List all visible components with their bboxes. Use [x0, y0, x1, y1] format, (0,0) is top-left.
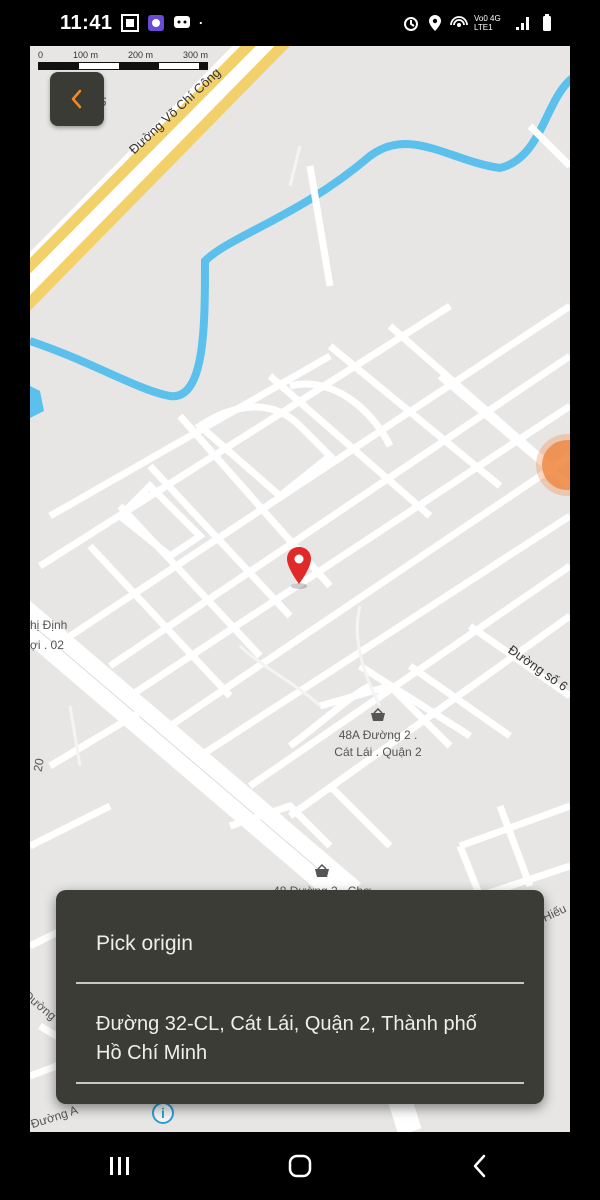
- scale-label-0: 0: [38, 50, 44, 60]
- scale-line: [38, 62, 208, 70]
- road-label-20: 20: [30, 757, 47, 773]
- clock: 11:41: [60, 11, 113, 34]
- alarm-icon: [404, 17, 418, 31]
- qr-notification-icon: [120, 14, 139, 32]
- basket-icon: [315, 863, 329, 877]
- info-icon[interactable]: i: [152, 1102, 174, 1124]
- status-right: Vo0 4G LTE1: [402, 14, 556, 32]
- app-notification-icon: [147, 15, 164, 31]
- status-bar: 11:41 Vo0 4G LTE1: [30, 0, 570, 46]
- place-label-thi-dinh: hị Định: [30, 618, 68, 632]
- dialog-divider-bottom: [76, 1082, 524, 1084]
- poi-market-48a[interactable]: 48A Đường 2 . Cát Lái . Quận 2: [318, 707, 438, 761]
- status-left: 11:41: [60, 12, 207, 35]
- recent-apps-button[interactable]: [90, 1146, 150, 1186]
- scale-labels: 0 100 m 200 m 300 m: [38, 50, 208, 60]
- map-scale: 0 100 m 200 m 300 m: [38, 50, 208, 70]
- basket-icon: [371, 707, 385, 721]
- dot-icon: [199, 21, 202, 25]
- battery-icon: [543, 14, 551, 31]
- system-nav-bar: [30, 1132, 570, 1200]
- network-label: Vo0 4G LTE1: [474, 14, 501, 32]
- scale-label-100: 100 m: [72, 50, 98, 60]
- back-button[interactable]: [50, 72, 104, 126]
- recent-apps-icon: [110, 1157, 129, 1175]
- origin-address[interactable]: Đường 32-CL, Cát Lái, Quận 2, Thành phố …: [96, 1010, 506, 1068]
- poi-48a-line2: Cát Lái . Quận 2: [334, 745, 422, 759]
- poi-48a-line1: 48A Đường 2 .: [338, 728, 418, 742]
- place-label-o2: ợi . 02: [30, 638, 64, 652]
- chat-notification-icon: [173, 16, 190, 28]
- home-button[interactable]: [270, 1146, 330, 1186]
- hotspot-icon: [450, 16, 468, 27]
- pick-origin-dialog: Pick origin Đường 32-CL, Cát Lái, Quận 2…: [56, 890, 544, 1104]
- dialog-divider-top: [76, 982, 524, 984]
- dialog-title: Pick origin: [96, 932, 193, 955]
- location-pin-icon[interactable]: [285, 546, 313, 590]
- scale-label-200: 200 m: [127, 50, 153, 60]
- map-view[interactable]: 0 100 m 200 m 300 m Đường Võ Chí Công ố …: [30, 46, 570, 1132]
- chevron-left-icon: [71, 89, 82, 109]
- system-back-button[interactable]: [450, 1146, 510, 1186]
- location-icon: [429, 15, 441, 31]
- home-icon: [288, 1154, 312, 1178]
- scale-label-300: 300 m: [182, 50, 208, 60]
- back-icon: [473, 1154, 486, 1178]
- signal-icon: [516, 17, 529, 30]
